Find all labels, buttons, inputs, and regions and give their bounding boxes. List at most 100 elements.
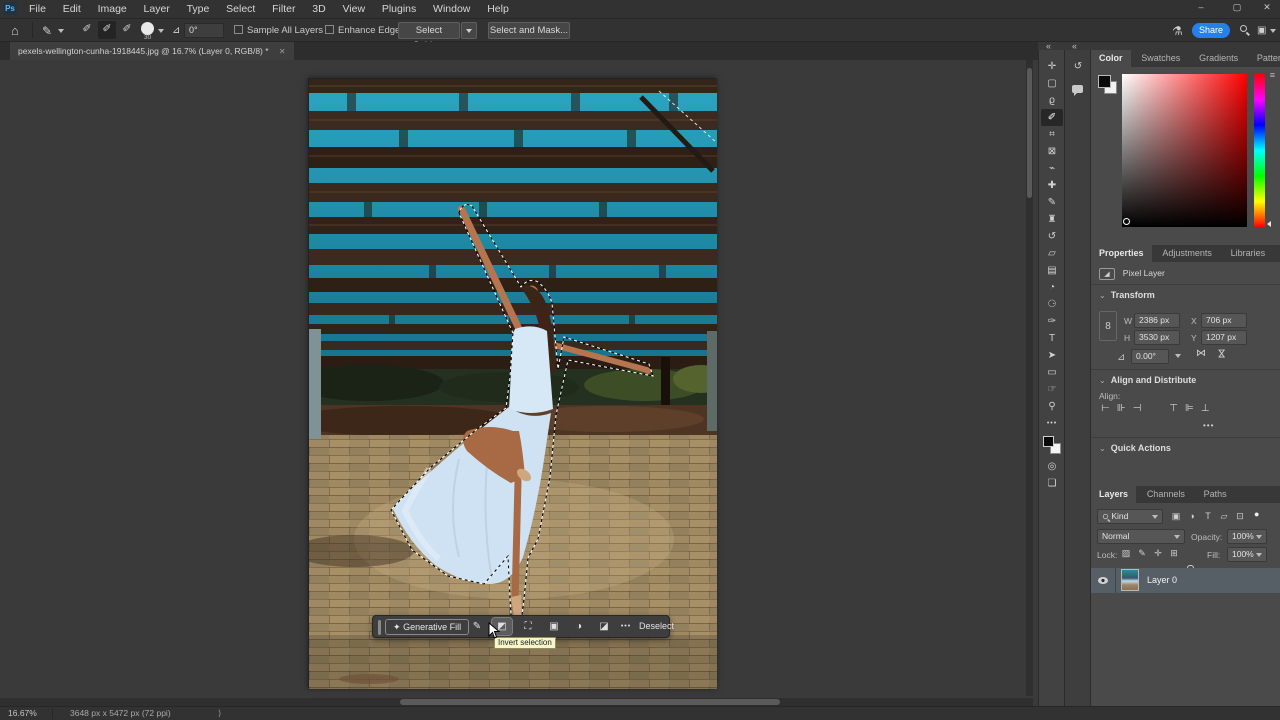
foreground-background-colors[interactable] xyxy=(1043,436,1061,454)
tab-patterns[interactable]: Patterns xyxy=(1249,50,1280,67)
quick-actions-header[interactable]: ⌄Quick Actions xyxy=(1099,443,1171,454)
hue-slider-marker[interactable] xyxy=(1267,221,1271,227)
quick-mask-icon[interactable]: ◎ xyxy=(1041,458,1063,475)
select-and-mask-button[interactable]: Select and Mask... xyxy=(488,22,570,39)
vertical-scrollbar[interactable] xyxy=(1026,60,1033,696)
tool-eyedropper[interactable]: ⌁ xyxy=(1041,160,1063,177)
link-dimensions-icon[interactable]: 8 xyxy=(1099,311,1117,341)
maximize-button[interactable]: ▢ xyxy=(1226,0,1248,16)
lock-position-icon[interactable]: ✛ xyxy=(1151,548,1165,559)
horizontal-scrollbar[interactable] xyxy=(0,698,1033,706)
adjustment-icon[interactable]: ◑ xyxy=(569,618,589,635)
comments-panel-icon[interactable] xyxy=(1072,85,1083,93)
share-button[interactable]: Share xyxy=(1192,23,1230,38)
align-center-v-icon[interactable]: ⊫ xyxy=(1183,403,1196,414)
lock-artboard-icon[interactable]: ⊞ xyxy=(1167,548,1181,559)
filter-pixel-layers-icon[interactable]: ▣ xyxy=(1169,511,1183,522)
transform-header[interactable]: ⌄Transform xyxy=(1091,285,1280,303)
lock-transparency-icon[interactable]: ▨ xyxy=(1119,548,1133,559)
tool-hand[interactable]: ☞ xyxy=(1041,381,1063,398)
modify-selection-icon[interactable]: ✎ xyxy=(467,618,487,635)
zoom-level[interactable]: 16.67% xyxy=(8,707,37,720)
align-top-icon[interactable]: ⊤ xyxy=(1167,403,1180,414)
minimize-button[interactable]: – xyxy=(1190,0,1212,16)
align-bottom-icon[interactable]: ⊥ xyxy=(1199,403,1212,414)
filter-smart-objects-icon[interactable]: ⊡ xyxy=(1233,511,1247,522)
workspace-chevron-icon[interactable] xyxy=(1270,29,1276,33)
subtract-selection-mode-icon[interactable]: ✐ xyxy=(118,21,136,39)
menu-image[interactable]: Image xyxy=(91,0,134,18)
lock-paint-icon[interactable]: ✎ xyxy=(1135,548,1149,559)
color-chips[interactable] xyxy=(1098,75,1118,95)
menu-type[interactable]: Type xyxy=(180,0,217,18)
home-icon[interactable]: ⌂ xyxy=(11,20,19,42)
menu-file[interactable]: File xyxy=(22,0,53,18)
tool-history-brush[interactable]: ↺ xyxy=(1041,228,1063,245)
layer-thumbnail[interactable] xyxy=(1121,569,1139,591)
hue-strip[interactable] xyxy=(1254,74,1265,227)
menu-view[interactable]: View xyxy=(335,0,372,18)
tool-dodge[interactable]: ⚆ xyxy=(1041,296,1063,313)
foreground-chip[interactable] xyxy=(1098,75,1111,88)
new-selection-mode-icon[interactable]: ✐ xyxy=(78,21,96,39)
create-mask-icon[interactable]: ▣ xyxy=(544,618,564,635)
tool-brush[interactable]: ✎ xyxy=(1041,194,1063,211)
document-tab[interactable]: pexels-wellington-cunha-1918445.jpg @ 16… xyxy=(10,42,294,60)
canvas-pasteboard[interactable]: ✦ Generative Fill ✎ ◩ ⛶ ▣ ◑ ◪ ••• Desele… xyxy=(0,60,1038,706)
tab-properties[interactable]: Properties xyxy=(1091,245,1152,262)
tool-gradient[interactable]: ▤ xyxy=(1041,262,1063,279)
align-more-icon[interactable]: ••• xyxy=(1203,421,1214,430)
tool-preset-icon[interactable]: ✎ xyxy=(42,20,52,42)
tool-preset-chevron-icon[interactable] xyxy=(58,29,64,33)
menu-help[interactable]: Help xyxy=(480,0,516,18)
vertical-scrollbar-thumb[interactable] xyxy=(1027,68,1032,198)
h-input[interactable]: 3530 px xyxy=(1134,330,1180,345)
tool-shape[interactable]: ▭ xyxy=(1041,364,1063,381)
filter-type-layers-icon[interactable]: T xyxy=(1201,511,1215,521)
angle-input[interactable]: 0° xyxy=(184,23,224,38)
flip-vertical-icon[interactable]: ⋈ xyxy=(1216,349,1227,359)
tool-path-select[interactable]: ➤ xyxy=(1041,347,1063,364)
layer-filter-kind[interactable]: Kind xyxy=(1097,509,1163,524)
x-input[interactable]: 706 px xyxy=(1201,313,1247,328)
angle-input[interactable]: 0.00° xyxy=(1131,349,1169,364)
tab-paths[interactable]: Paths xyxy=(1196,486,1235,503)
add-selection-mode-icon[interactable]: ✐ xyxy=(98,21,116,39)
tool-frame[interactable]: ⊠ xyxy=(1041,143,1063,160)
tool-pen[interactable]: ✑ xyxy=(1041,313,1063,330)
filter-adjustment-layers-icon[interactable]: ◑ xyxy=(1185,511,1199,521)
blend-mode-select[interactable]: Normal xyxy=(1097,529,1185,544)
foreground-color-swatch[interactable] xyxy=(1043,436,1054,447)
menu-plugins[interactable]: Plugins xyxy=(375,0,423,18)
close-button[interactable]: ✕ xyxy=(1256,0,1278,16)
tab-adjustments[interactable]: Adjustments xyxy=(1154,245,1220,262)
w-input[interactable]: 2386 px xyxy=(1134,313,1180,328)
layer-row[interactable]: Layer 0 xyxy=(1091,568,1280,593)
select-subject-dropdown[interactable] xyxy=(461,22,477,39)
menu-filter[interactable]: Filter xyxy=(265,0,302,18)
select-subject-button[interactable]: Select Subject xyxy=(398,22,460,39)
tool-selection-brush[interactable]: ✐ xyxy=(1041,109,1063,126)
align-distribute-header[interactable]: ⌄Align and Distribute xyxy=(1099,375,1196,386)
menu-window[interactable]: Window xyxy=(426,0,477,18)
fill-select[interactable]: 100% xyxy=(1227,547,1267,562)
tab-swatches[interactable]: Swatches xyxy=(1133,50,1188,67)
tool-move[interactable]: ✛ xyxy=(1041,58,1063,75)
tool-type[interactable]: T xyxy=(1041,330,1063,347)
align-right-icon[interactable]: ⊣ xyxy=(1131,403,1144,414)
enhance-edge-checkbox[interactable]: Enhance Edge xyxy=(325,19,400,42)
menu-select[interactable]: Select xyxy=(219,0,262,18)
tab-channels[interactable]: Channels xyxy=(1139,486,1193,503)
angle-chevron-icon[interactable] xyxy=(1175,354,1181,358)
status-chevron-icon[interactable]: ⟩ xyxy=(218,707,221,720)
align-center-h-icon[interactable]: ⊪ xyxy=(1115,403,1128,414)
document-canvas[interactable] xyxy=(308,78,716,688)
tool-rectangular-marquee[interactable]: ▢ xyxy=(1041,75,1063,92)
tool-clone-stamp[interactable]: ♜ xyxy=(1041,211,1063,228)
tool-zoom[interactable]: ⚲ xyxy=(1041,398,1063,415)
saturation-square[interactable] xyxy=(1122,74,1247,227)
tool-blur[interactable]: ◔ xyxy=(1041,279,1063,296)
tab-layers[interactable]: Layers xyxy=(1091,486,1136,503)
generative-fill-button[interactable]: ✦ Generative Fill xyxy=(385,619,469,635)
search-icon[interactable] xyxy=(1240,25,1247,32)
